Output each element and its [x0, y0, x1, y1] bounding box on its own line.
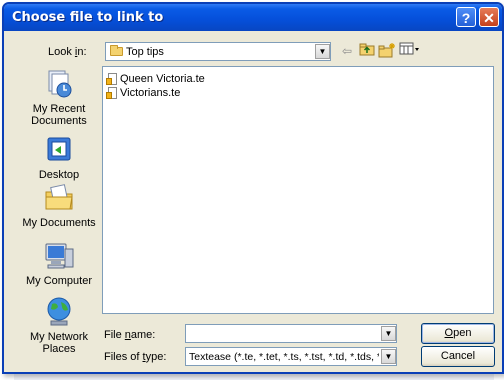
chevron-down-icon[interactable]: ▼ — [381, 349, 396, 364]
place-recent-documents[interactable]: My Recent Documents — [22, 68, 96, 127]
list-item[interactable]: Victorians.te — [106, 86, 180, 100]
my-documents-icon — [45, 184, 73, 210]
new-folder-icon[interactable] — [378, 42, 396, 60]
chevron-down-icon[interactable]: ▼ — [315, 44, 330, 59]
place-label: My Network Places — [29, 331, 89, 355]
file-type-value: Textease (*.te, *.tet, *.ts, *.tst, *.td… — [189, 351, 379, 363]
title-bar[interactable]: Choose file to link to ? ✕ — [4, 4, 502, 31]
textease-file-icon — [106, 72, 118, 86]
dialog-title: Choose file to link to — [12, 10, 164, 25]
recent-documents-icon — [48, 70, 72, 98]
place-label: My Computer — [25, 275, 93, 287]
place-label: My Documents — [22, 217, 96, 229]
help-button[interactable]: ? — [456, 7, 476, 27]
desktop-icon — [47, 137, 71, 161]
places-bar: My Recent Documents Desktop My Documents — [22, 68, 96, 358]
views-menu-icon[interactable] — [398, 42, 422, 60]
file-type-dropdown[interactable]: Textease (*.te, *.tet, *.ts, *.tst, *.td… — [185, 347, 397, 366]
my-computer-icon — [45, 243, 74, 269]
look-in-value: Top tips — [126, 46, 164, 58]
file-type-label: Files of type: — [104, 351, 167, 363]
file-dialog: Choose file to link to ? ✕ Look in: Top … — [2, 2, 504, 374]
network-places-icon — [47, 297, 71, 326]
file-name-label: File name: — [104, 329, 156, 341]
file-list[interactable]: Queen Victoria.te Victorians.te — [102, 66, 494, 314]
open-button[interactable]: Open — [421, 323, 495, 344]
cancel-button[interactable]: Cancel — [421, 346, 495, 367]
back-icon[interactable]: ⇦ — [338, 42, 356, 60]
textease-file-icon — [106, 86, 118, 100]
close-button[interactable]: ✕ — [479, 7, 499, 27]
place-label: My Recent Documents — [31, 103, 87, 127]
place-label: Desktop — [38, 169, 80, 181]
file-name-input[interactable]: ▼ — [185, 324, 397, 343]
look-in-label: Look in: — [48, 46, 87, 58]
folder-icon — [110, 45, 123, 56]
look-in-dropdown[interactable]: Top tips ▼ — [105, 42, 331, 61]
place-my-documents[interactable]: My Documents — [22, 182, 96, 229]
chevron-down-icon[interactable]: ▼ — [381, 326, 396, 341]
list-item[interactable]: Queen Victoria.te — [106, 72, 205, 86]
up-folder-icon[interactable] — [358, 42, 376, 60]
place-my-computer[interactable]: My Computer — [22, 240, 96, 287]
place-network-places[interactable]: My Network Places — [22, 296, 96, 355]
place-desktop[interactable]: Desktop — [22, 134, 96, 181]
